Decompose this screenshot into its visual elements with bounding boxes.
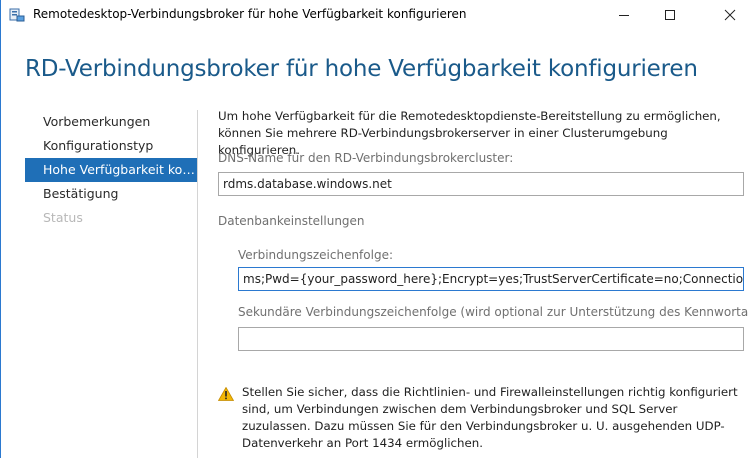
title-bar[interactable]: Remotedesktop-Verbindungsbroker für hohe… xyxy=(1,0,752,30)
nav-item-hohe-verfuegbarkeit[interactable]: Hohe Verfügbarkeit konfi... xyxy=(25,158,197,182)
close-button[interactable] xyxy=(707,0,752,30)
connection-string-label: Verbindungszeichenfolge: xyxy=(238,248,393,262)
window-title: Remotedesktop-Verbindungsbroker für hohe… xyxy=(33,7,467,21)
nav-divider xyxy=(197,110,198,458)
nav-item-status: Status xyxy=(43,210,83,225)
wizard-window: Remotedesktop-Verbindungsbroker für hohe… xyxy=(0,0,752,458)
dns-name-input[interactable]: rdms.database.windows.net xyxy=(218,172,744,196)
close-icon xyxy=(724,6,736,25)
maximize-icon xyxy=(664,6,676,25)
nav-item-vorbemerkungen[interactable]: Vorbemerkungen xyxy=(25,110,197,134)
server-wizard-icon xyxy=(9,7,25,23)
minimize-button[interactable] xyxy=(601,0,647,30)
nav-item-bestaetigung[interactable]: Bestätigung xyxy=(25,182,197,206)
secondary-connection-string-label: Sekundäre Verbindungszeichenfolge (wird … xyxy=(238,305,748,319)
wizard-navigation: Vorbemerkungen Konfigurationstyp Hohe Ve… xyxy=(25,110,197,230)
minimize-icon xyxy=(618,6,630,25)
page-title: RD-Verbindungsbroker für hohe Verfügbark… xyxy=(25,56,698,82)
dns-name-label: DNS-Name für den RD-Verbindungsbrokerclu… xyxy=(218,151,514,165)
warning-triangle-icon xyxy=(217,386,235,401)
maximize-button[interactable] xyxy=(647,0,693,30)
secondary-connection-string-input[interactable] xyxy=(238,327,744,351)
warning-text: Stellen Sie sicher, dass die Richtlinien… xyxy=(242,385,738,450)
connection-string-input[interactable]: ms;Pwd={your_password_here};Encrypt=yes;… xyxy=(238,267,744,291)
content-panel: Um hohe Verfügbarkeit für die Remotedesk… xyxy=(218,108,752,351)
database-settings-heading: Datenbankeinstellungen xyxy=(218,214,365,228)
nav-item-konfigurationstyp[interactable]: Konfigurationstyp xyxy=(25,134,197,158)
